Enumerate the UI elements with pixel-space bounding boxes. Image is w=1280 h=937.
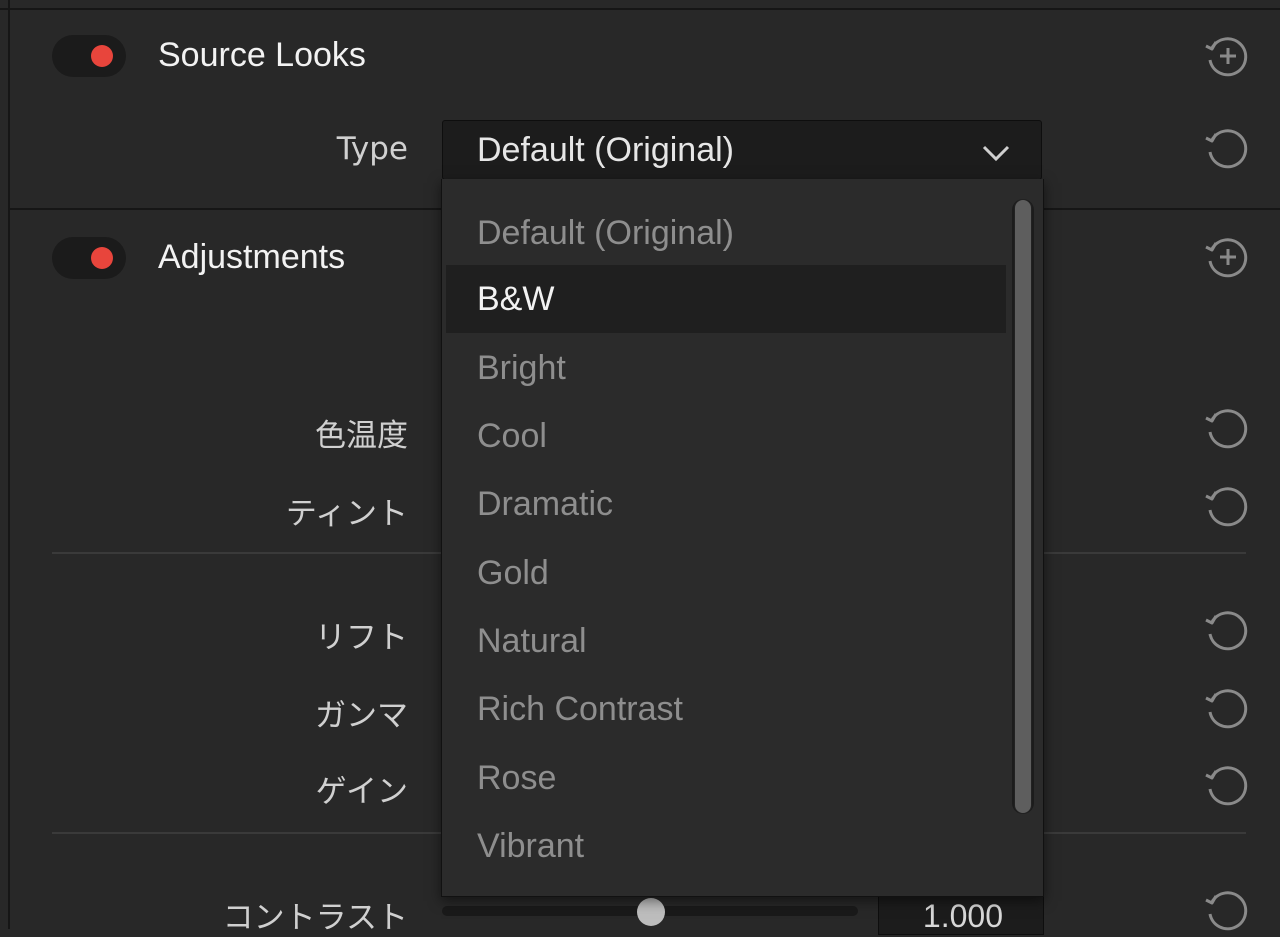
type-select-value: Default (Original) <box>477 131 734 169</box>
contrast-value: 1.000 <box>922 898 1003 934</box>
color-temperature-label: 色温度 <box>315 418 408 454</box>
gain-label: ゲイン <box>315 774 408 810</box>
reset-icon[interactable] <box>1202 761 1250 809</box>
reset-icon[interactable] <box>1202 404 1250 452</box>
reset-icon[interactable] <box>1202 124 1250 172</box>
dropdown-option-dramatic[interactable]: Dramatic <box>446 470 1006 538</box>
adjustments-toggle[interactable] <box>52 237 126 279</box>
contrast-label: コントラスト <box>222 900 408 936</box>
chevron-down-icon <box>982 145 1010 162</box>
type-label: Type <box>336 131 408 167</box>
dropdown-option-bright[interactable]: Bright <box>446 334 1006 402</box>
reset-icon[interactable] <box>1202 606 1250 654</box>
dropdown-option-vibrant[interactable]: Vibrant <box>446 812 1006 880</box>
dropdown-option-cool[interactable]: Cool <box>446 402 1006 470</box>
dropdown-option-natural[interactable]: Natural <box>446 607 1006 675</box>
top-border <box>0 8 1280 10</box>
type-dropdown-menu[interactable]: Default (Original) B&W Bright Cool Drama… <box>441 179 1044 897</box>
type-select[interactable]: Default (Original) <box>442 120 1042 180</box>
dropdown-option-rose[interactable]: Rose <box>446 744 1006 812</box>
adjustments-title: Adjustments <box>158 238 346 276</box>
dropdown-scrollbar-thumb[interactable] <box>1014 199 1032 814</box>
contrast-value-field[interactable]: 1.000 <box>878 895 1044 935</box>
tint-label: ティント <box>285 496 408 532</box>
toggle-knob <box>91 45 113 67</box>
source-looks-toggle[interactable] <box>52 35 126 77</box>
dropdown-option-gold[interactable]: Gold <box>446 539 1006 607</box>
left-border <box>8 0 10 929</box>
toggle-knob <box>91 247 113 269</box>
add-circle-icon[interactable] <box>1202 32 1250 80</box>
reset-icon[interactable] <box>1202 482 1250 530</box>
dropdown-scrollbar[interactable] <box>1012 199 1034 814</box>
dropdown-option-rich-contrast[interactable]: Rich Contrast <box>446 675 1006 743</box>
add-circle-icon[interactable] <box>1202 233 1250 281</box>
gamma-label: ガンマ <box>315 698 408 734</box>
contrast-slider-knob[interactable] <box>637 898 665 926</box>
dropdown-option-default[interactable]: Default (Original) <box>446 199 1006 267</box>
source-looks-title: Source Looks <box>158 36 366 74</box>
reset-icon[interactable] <box>1202 684 1250 732</box>
lift-label: リフト <box>315 620 408 656</box>
dropdown-option-bw[interactable]: B&W <box>446 265 1006 333</box>
reset-icon[interactable] <box>1202 886 1250 934</box>
